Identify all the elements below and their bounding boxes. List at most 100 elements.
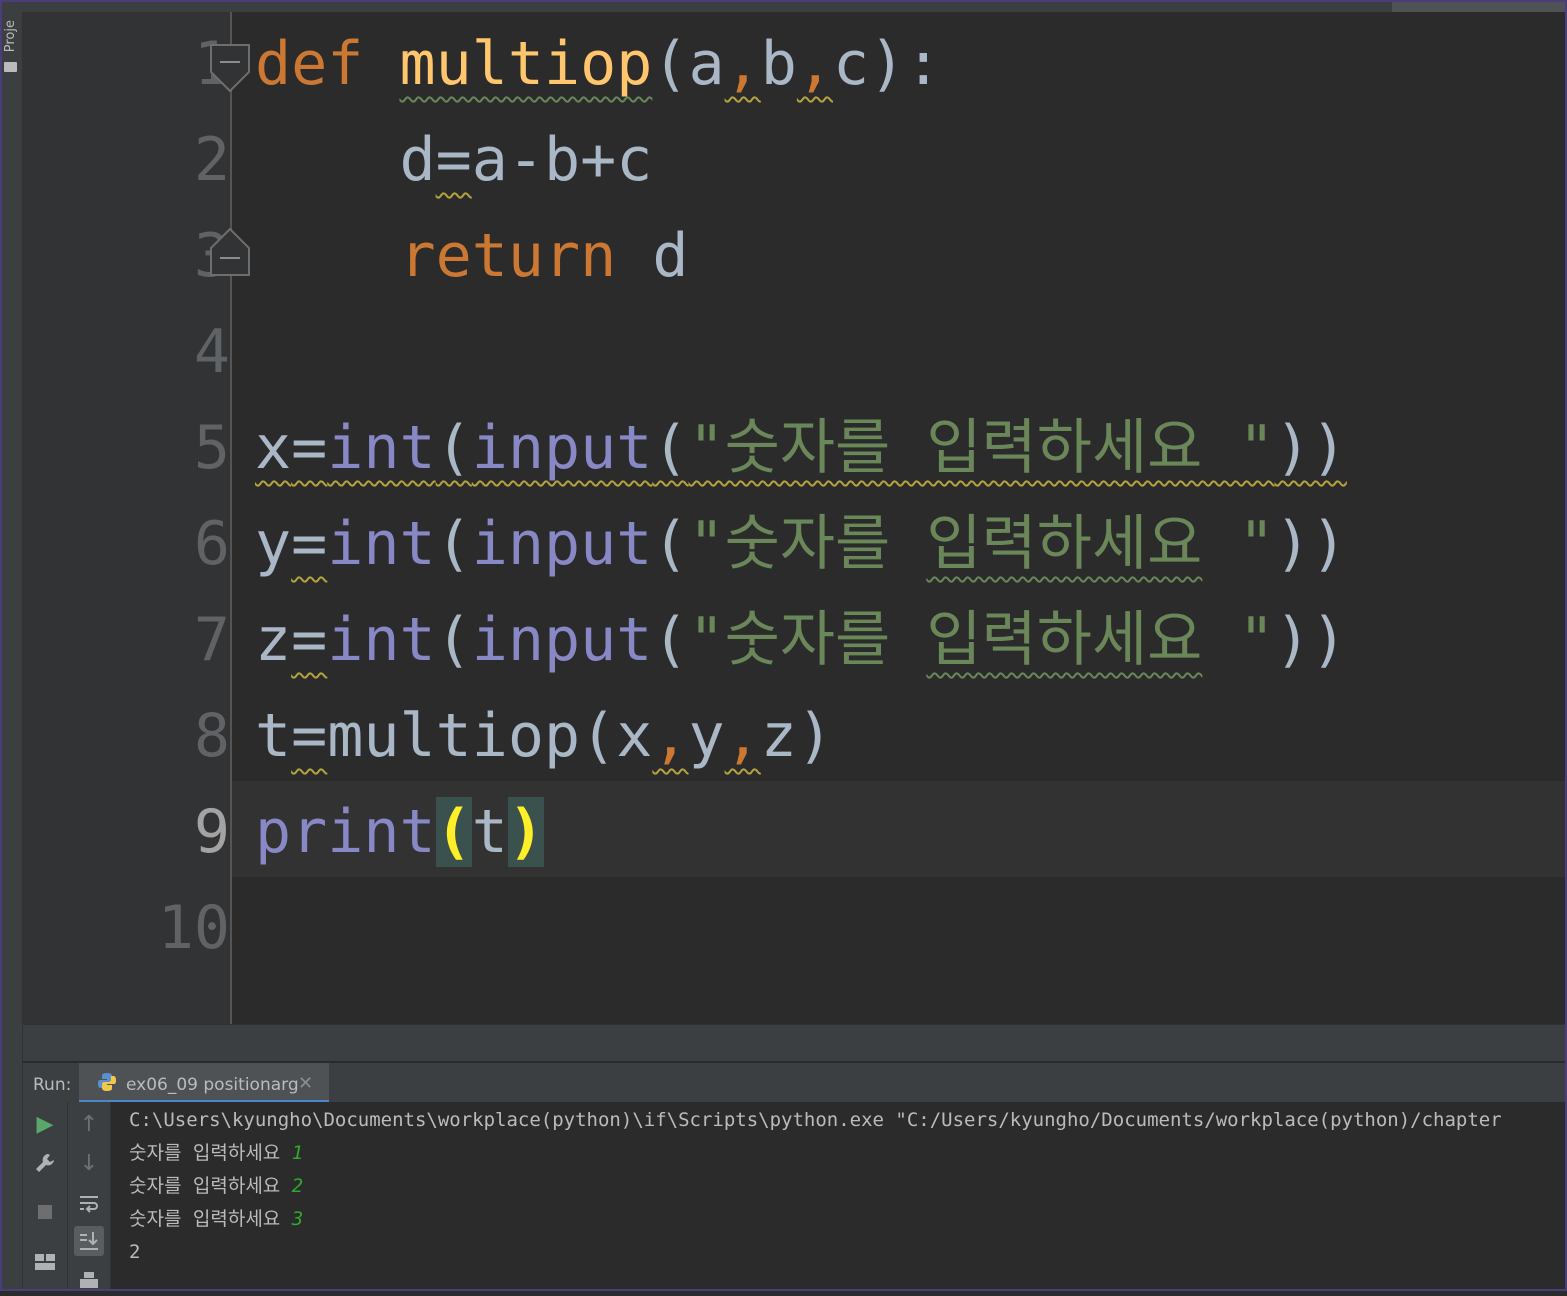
up-arrow-icon[interactable]: ↑ (74, 1109, 104, 1139)
editor-tab-active[interactable] (1392, 0, 1567, 12)
console-output: 2 (129, 1241, 141, 1263)
wrench-icon[interactable] (30, 1148, 60, 1178)
identifier: y (255, 509, 292, 579)
stop-icon[interactable] (30, 1197, 60, 1227)
punct: )) (1274, 605, 1347, 675)
statement-warning: x=int(input("숫자를 입력하세요 ")) (255, 413, 1347, 483)
editor-tab[interactable] (990, 0, 1130, 12)
console-user-input: 3 (291, 1208, 304, 1230)
close-icon[interactable]: ✕ (298, 1063, 313, 1105)
punct: ( (435, 509, 472, 579)
fold-marker-icon[interactable] (210, 44, 250, 92)
run-tool-header: Run: ex06_09 positionarg ✕ (23, 1062, 1567, 1103)
editor-tab[interactable] (38, 0, 238, 12)
editor-tab[interactable] (568, 0, 788, 12)
param: a (688, 29, 725, 99)
code-line-9[interactable]: print(t) (255, 784, 544, 880)
argument: y (688, 701, 725, 771)
identifier: x (255, 413, 292, 483)
builtin: int (327, 413, 436, 483)
matched-brace: ( (435, 797, 472, 867)
builtin: print (255, 797, 436, 867)
editor-tab[interactable] (1160, 0, 1370, 12)
editor-tab[interactable] (278, 0, 528, 12)
editor-tab-strip[interactable] (0, 0, 1567, 12)
print-icon[interactable] (74, 1266, 104, 1296)
console-user-input: 1 (291, 1142, 304, 1164)
code-line-7[interactable]: z=int(input("숫자를 입력하세요 ")) (255, 592, 1347, 688)
stop-glyph (38, 1205, 52, 1219)
line-number: 4 (193, 317, 230, 387)
builtin: int (327, 605, 436, 675)
function-name: multiop (399, 29, 653, 99)
identifier: z (255, 605, 292, 675)
run-config-name: ex06_09 positionarg (126, 1075, 299, 1095)
gutter-separator (230, 12, 232, 1024)
operator: = (435, 125, 472, 195)
code-editor[interactable]: 1 2 3 4 5 6 7 8 9 10 def multiop(a,b,c):… (23, 12, 1567, 1024)
fold-marker-icon[interactable] (210, 228, 250, 276)
project-tool-strip[interactable]: Proje (0, 12, 23, 1291)
identifier: t (255, 701, 292, 771)
print-glyph (80, 1272, 98, 1288)
layout-glyph (35, 1254, 55, 1270)
argument: z (760, 701, 797, 771)
code-line-6[interactable]: y=int(input("숫자를 입력하세요 ")) (255, 496, 1347, 592)
console-user-input: 2 (291, 1175, 304, 1197)
down-arrow-icon[interactable]: ↓ (74, 1148, 104, 1178)
soft-wrap-glyph (80, 1196, 98, 1213)
run-toolbar-secondary: ↑ ↓ (68, 1102, 111, 1291)
play-icon[interactable]: ▶ (30, 1109, 60, 1139)
punct: )) (1274, 413, 1347, 483)
run-config-tab[interactable]: ex06_09 positionarg ✕ (79, 1063, 329, 1103)
builtin: int (327, 509, 436, 579)
param: b (760, 29, 797, 99)
code-line-2[interactable]: d=a-b+c (255, 112, 653, 208)
project-tool-label[interactable]: Proje (3, 20, 18, 52)
run-toolbar-primary: ▶ (23, 1102, 68, 1291)
line-number-current: 9 (193, 797, 230, 867)
operator: = (291, 509, 328, 579)
string-literal: 숫자를 (724, 509, 927, 579)
console-prompt: 숫자를 입력하세요 (129, 1175, 292, 1197)
code-line-1[interactable]: def multiop(a,b,c): (255, 16, 941, 112)
soft-wrap-icon[interactable] (74, 1188, 104, 1218)
console-line: 숫자를 입력하세요 1 (129, 1137, 303, 1170)
code-line-5[interactable]: x=int(input("숫자를 입력하세요 ")) (255, 400, 1347, 496)
punct: ( (435, 605, 472, 675)
code-line-3[interactable]: return d (255, 208, 689, 304)
string-typo: 입력하세요 (926, 605, 1203, 675)
param: c (833, 29, 870, 99)
identifier: d (652, 221, 689, 291)
punct: ( (652, 605, 689, 675)
scroll-to-end-glyph (80, 1232, 98, 1250)
editor-status-separator (23, 1024, 1567, 1061)
console-line: 숫자를 입력하세요 3 (129, 1203, 303, 1236)
operator: = (291, 413, 328, 483)
punct: )) (1274, 509, 1347, 579)
call-name: multiop (327, 701, 581, 771)
run-console[interactable]: C:\Users\kyungho\Documents\workplace(pyt… (111, 1102, 1567, 1291)
keyword: return (399, 221, 617, 291)
python-icon (98, 1073, 116, 1091)
string-literal: "숫자를 입력하세요 " (688, 413, 1275, 483)
line-number: 6 (193, 509, 230, 579)
editor-tab[interactable] (825, 0, 965, 12)
wrench-glyph (36, 1154, 54, 1172)
keyword: def (255, 29, 364, 99)
layout-icon[interactable] (30, 1247, 60, 1277)
string-typo: 입력하세요 (926, 509, 1203, 579)
argument: x (616, 701, 653, 771)
builtin: input (471, 509, 653, 579)
punct: ( (435, 413, 472, 483)
line-number: 8 (193, 701, 230, 771)
builtin: input (471, 605, 653, 675)
string-quote: " (1202, 605, 1275, 675)
scroll-to-end-icon[interactable] (74, 1226, 104, 1256)
code-line-8[interactable]: t=multiop(x,y,z) (255, 688, 833, 784)
operator: = (291, 605, 328, 675)
punct: ( (652, 413, 689, 483)
